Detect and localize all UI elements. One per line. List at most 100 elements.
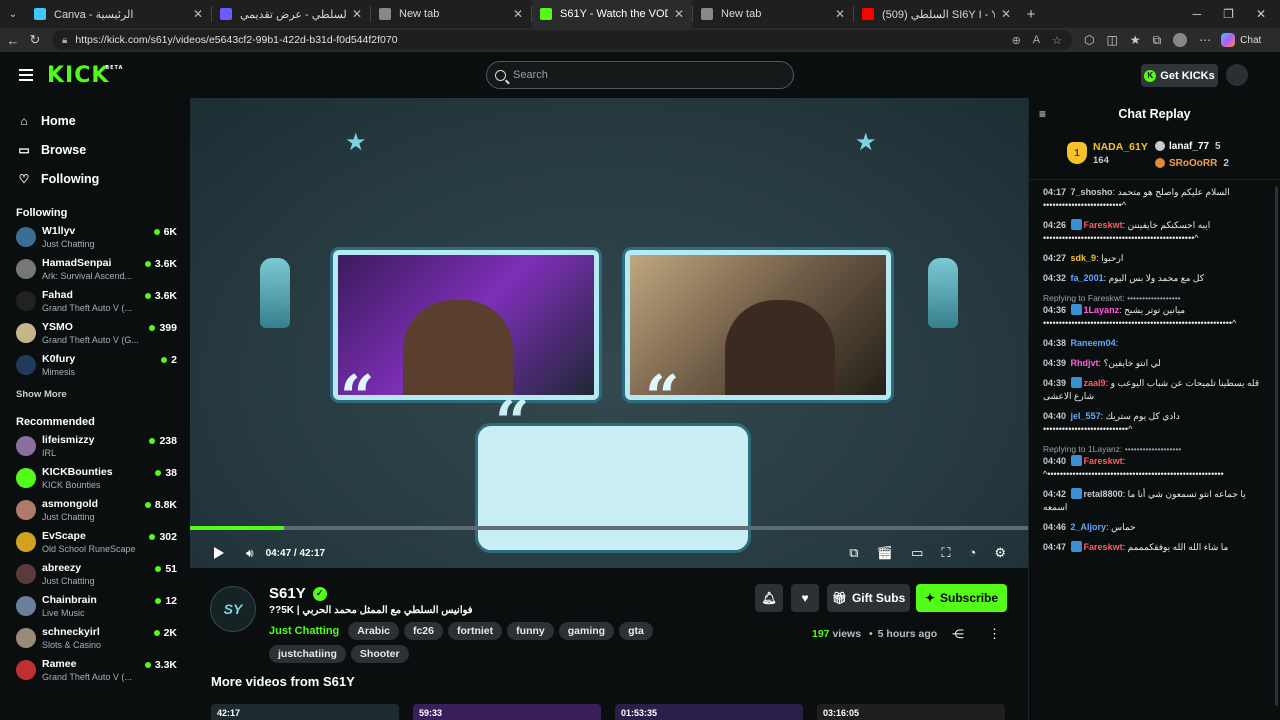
sidebar-channel[interactable]: EvScape Old School RuneScape 302 (0, 530, 190, 562)
tab-close-icon[interactable]: ✕ (507, 7, 523, 21)
tag-chip[interactable]: fc26 (403, 622, 443, 640)
chat-username[interactable]: Fareskwt (1084, 220, 1123, 230)
chat-username[interactable]: fa_2001 (1071, 273, 1104, 283)
sidebar-channel[interactable]: YSMO Grand Theft Auto V (G... 399 (0, 321, 190, 353)
top-gifter-name[interactable]: NADA_61Y (1093, 140, 1148, 154)
video-thumbnail[interactable]: 03:16:05 (817, 704, 1005, 720)
sidebar-item-following[interactable]: ♡ Following (0, 164, 190, 193)
more-options-icon[interactable]: ⋯ (1199, 33, 1211, 47)
share-icon[interactable]: ⋲ (952, 627, 964, 641)
tag-chip[interactable]: justchatiing (269, 645, 346, 663)
browser-tab[interactable]: New tab ✕ (371, 0, 531, 28)
url-field[interactable]: 🔒︎ https://kick.com/s61y/videos/e5643cf2… (52, 30, 1072, 50)
channel-name[interactable]: S61Y (269, 585, 306, 602)
video-thumbnail[interactable]: 42:17 (211, 704, 399, 720)
channel-avatar[interactable]: SY (210, 586, 256, 632)
profile-icon[interactable] (1173, 33, 1188, 47)
chat-username[interactable]: Fareskwt (1084, 456, 1123, 466)
browser-tab[interactable]: فوانيس السلطي - عرض تقديمي✕ (212, 0, 370, 28)
chat-username[interactable]: retal8800 (1084, 489, 1123, 499)
chat-username[interactable]: Rhdjvt (1071, 358, 1099, 368)
favorite-icon[interactable]: ☆ (1052, 34, 1062, 47)
minimize-icon[interactable]: ─ (1193, 7, 1202, 21)
chat-username[interactable]: sdk_9 (1071, 253, 1097, 263)
tab-actions-icon[interactable]: ⌄ (0, 9, 26, 20)
tag-chip[interactable]: Shooter (350, 645, 409, 663)
chat-username[interactable]: 7_shosho (1071, 187, 1113, 197)
category-link[interactable]: Just Chatting (269, 625, 339, 637)
collections-icon[interactable]: ⧉ (1153, 33, 1162, 48)
tab-close-icon[interactable]: ✕ (346, 7, 362, 21)
notification-bell-button[interactable]: 🔔︎ (755, 584, 783, 612)
chat-username[interactable]: Fareskwt (1084, 542, 1123, 552)
tab-close-icon[interactable]: ✕ (187, 7, 203, 21)
sidebar-channel[interactable]: abreezy Just Chatting 51 (0, 562, 190, 594)
sidebar-channel[interactable]: schneckyirl Slots & Casino 2K (0, 626, 190, 658)
favorites-bar-icon[interactable]: ★ (1130, 33, 1141, 47)
refresh-icon[interactable]: ↻ (24, 32, 46, 48)
browser-tab[interactable]: New tab ✕ (693, 0, 853, 28)
menu-icon[interactable] (19, 66, 33, 84)
read-aloud-icon[interactable]: A (1033, 34, 1040, 47)
maximize-icon[interactable]: ❐ (1223, 7, 1234, 21)
tab-close-icon[interactable]: ✕ (995, 7, 1011, 21)
sidebar-channel[interactable]: HamadSenpai Ark: Survival Ascend... 3.6K (0, 257, 190, 289)
tag-chip[interactable]: funny (507, 622, 554, 640)
close-window-icon[interactable]: ✕ (1256, 7, 1266, 21)
sidebar-channel[interactable]: KICKBounties KICK Bounties 38 (0, 466, 190, 498)
new-tab-button[interactable]: + (1019, 6, 1043, 23)
volume-icon[interactable]: 🔊︎ (246, 546, 254, 561)
browser-tab[interactable]: Canva - الرئيسية ✕ (26, 0, 211, 28)
sidebar-channel[interactable]: Chainbrain Live Music 12 (0, 594, 190, 626)
sidebar-channel[interactable]: Fahad Grand Theft Auto V (... 3.6K (0, 289, 190, 321)
play-icon[interactable] (214, 547, 224, 559)
zoom-icon[interactable]: ⊕ (1012, 34, 1021, 47)
follow-heart-button[interactable]: ♥ (791, 584, 819, 612)
sidebar-channel[interactable]: asmongold Just Chatting 8.8K (0, 498, 190, 530)
chat-username[interactable]: 1Layanz (1084, 305, 1120, 315)
copilot-chat-button[interactable]: Chat (1221, 33, 1261, 47)
gift-subs-button[interactable]: 🎁︎ Gift Subs (827, 584, 910, 612)
tab-close-icon[interactable]: ✕ (668, 7, 684, 21)
show-more-link[interactable]: Show More (0, 389, 190, 400)
tag-chip[interactable]: gta (619, 622, 653, 640)
chat-scrollbar[interactable] (1275, 186, 1278, 706)
collapse-chat-icon[interactable]: ≡ (1039, 107, 1046, 121)
chat-username[interactable]: jel_557 (1071, 411, 1101, 421)
sidebar-channel[interactable]: Ramee Grand Theft Auto V (... 3.3K (0, 658, 190, 690)
sidebar-channel[interactable]: lifeismizzy IRL 238 (0, 434, 190, 466)
tag-chip[interactable]: fortniet (447, 622, 503, 640)
video-player[interactable]: ★ ★ “ “ “ ” 🔊︎ 04:47 / 42:17 ⧉ 🎬︎ ▭ ⛶ ◔ … (190, 98, 1028, 568)
sidebar-channel[interactable]: K0fury Mimesis 2 (0, 353, 190, 385)
sidebar-channel[interactable]: W1llyv Just Chatting 6K (0, 225, 190, 257)
playback-speed-icon[interactable]: ◔ (968, 545, 976, 561)
kick-logo[interactable]: KICK BETA (47, 63, 122, 88)
browser-tab[interactable]: S61Y - Watch the VOD on Kick✕ (532, 0, 692, 28)
video-thumbnail[interactable]: 01:53:35 (615, 704, 803, 720)
split-screen-icon[interactable]: ◫ (1106, 33, 1117, 47)
more-icon[interactable]: ⋮ (988, 626, 1001, 642)
third-gifter-name[interactable]: SRoOoRR (1169, 158, 1217, 169)
pip-icon[interactable]: ⧉ (849, 545, 858, 561)
get-kicks-button[interactable]: K Get KICKs (1141, 64, 1218, 87)
sidebar-item-home[interactable]: ⌂ Home (0, 106, 190, 135)
video-thumbnail[interactable]: 59:33 (413, 704, 601, 720)
settings-icon[interactable]: ⚙ (994, 545, 1006, 561)
fullscreen-icon[interactable]: ⛶ (941, 545, 950, 561)
sidebar-item-browse[interactable]: ▭ Browse (0, 135, 190, 164)
tag-chip[interactable]: Arabic (348, 622, 399, 640)
chat-username[interactable]: 2_Aljory (1071, 522, 1107, 532)
theater-mode-icon[interactable]: ▭ (911, 545, 923, 561)
clip-icon[interactable]: 🎬︎ (877, 545, 894, 561)
browser-tab[interactable]: السلطي (509) SI6Y I - YouTube✕ (854, 0, 1019, 28)
second-gifter-name[interactable]: lanaf_77 (1169, 141, 1209, 152)
chat-username[interactable]: zaal9 (1084, 378, 1106, 388)
user-avatar[interactable] (1226, 64, 1248, 86)
back-icon[interactable]: ← (2, 33, 24, 48)
video-progress-bar[interactable] (190, 526, 1028, 530)
extensions-icon[interactable]: ⬡ (1084, 33, 1094, 47)
tab-close-icon[interactable]: ✕ (829, 7, 845, 21)
search-input[interactable]: Search (486, 61, 794, 89)
subscribe-button[interactable]: ✦ Subscribe (916, 584, 1007, 612)
tag-chip[interactable]: gaming (558, 622, 615, 640)
